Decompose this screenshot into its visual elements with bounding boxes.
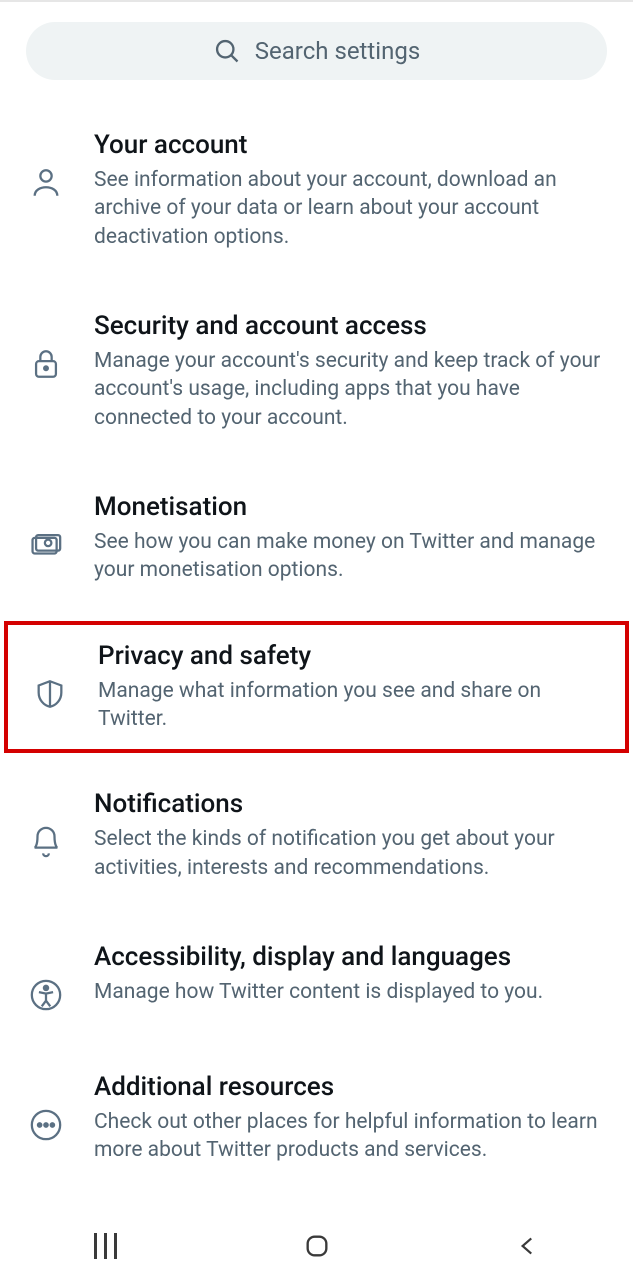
settings-row-accessibility[interactable]: Accessibility, display and languages Man… [0,912,633,1042]
settings-row-title: Your account [94,130,611,160]
settings-row-desc: Manage how Twitter content is displayed … [94,978,611,1006]
android-nav-bar [0,1212,633,1280]
settings-row-your-account[interactable]: Your account See information about your … [0,100,633,281]
accessibility-icon [29,978,63,1012]
settings-row-title: Accessibility, display and languages [94,942,611,972]
settings-row-title: Privacy and safety [98,641,607,671]
settings-row-security[interactable]: Security and account access Manage your … [0,281,633,462]
search-icon [213,37,241,65]
shield-icon [33,677,67,711]
back-icon [515,1233,541,1259]
search-settings-input[interactable]: Search settings [26,22,607,80]
settings-row-desc: See information about your account, down… [94,166,611,251]
person-icon [29,166,63,200]
more-icon [29,1108,63,1142]
bell-icon [29,825,63,859]
settings-row-title: Security and account access [94,311,611,341]
settings-list: Your account See information about your … [0,90,633,1195]
settings-row-desc: Manage your account's security and keep … [94,347,611,432]
recents-icon [94,1233,117,1259]
lock-icon [29,347,63,381]
settings-row-title: Notifications [94,789,611,819]
settings-row-privacy-safety[interactable]: Privacy and safety Manage what informati… [4,621,629,754]
settings-row-notifications[interactable]: Notifications Select the kinds of notifi… [0,759,633,912]
settings-row-desc: See how you can make money on Twitter an… [94,528,611,585]
settings-row-desc: Check out other places for helpful infor… [94,1108,611,1165]
nav-home-button[interactable] [257,1232,377,1260]
settings-row-title: Additional resources [94,1072,611,1102]
settings-row-desc: Select the kinds of notification you get… [94,825,611,882]
nav-back-button[interactable] [468,1233,588,1259]
money-icon [29,528,63,562]
search-placeholder: Search settings [255,37,420,65]
home-icon [303,1232,331,1260]
nav-recents-button[interactable] [46,1233,166,1259]
settings-row-title: Monetisation [94,492,611,522]
settings-row-monetisation[interactable]: Monetisation See how you can make money … [0,462,633,615]
settings-row-desc: Manage what information you see and shar… [98,677,607,734]
settings-row-additional-resources[interactable]: Additional resources Check out other pla… [0,1042,633,1195]
